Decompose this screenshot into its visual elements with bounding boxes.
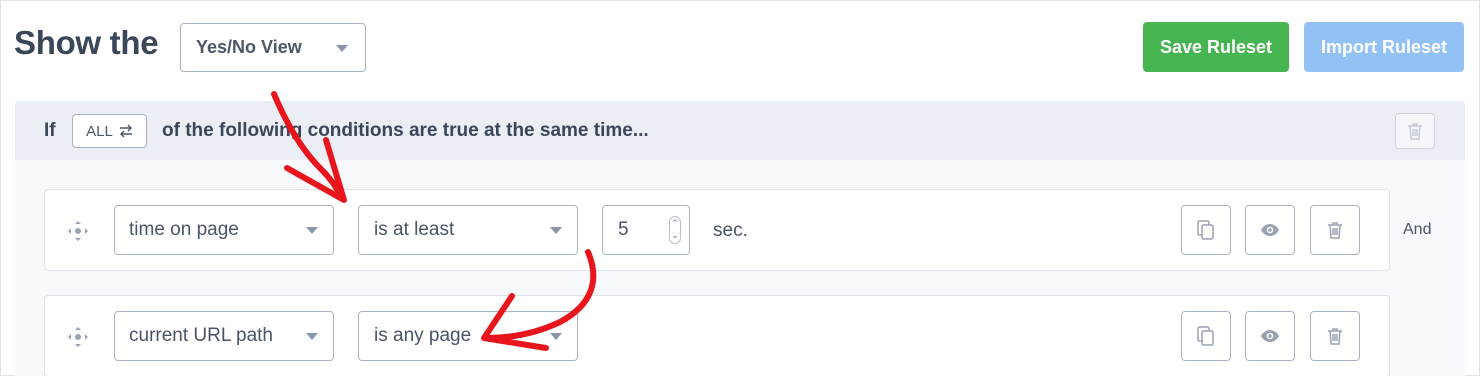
rule-operator-value: is at least [374,219,455,240]
rule-field-select[interactable]: current URL path [114,311,334,361]
eye-icon [1261,224,1279,236]
chevron-down-icon [306,333,318,340]
delete-rule-button[interactable] [1310,205,1360,255]
rule-value: 5 [618,219,629,240]
rule-connector-label: And [1403,221,1432,238]
copy-icon [1197,220,1214,240]
save-ruleset-button[interactable]: Save Ruleset [1143,22,1289,72]
swap-arrows-icon [119,124,132,138]
trash-icon [1328,328,1342,345]
rule-field-value: time on page [129,219,239,240]
chevron-down-icon [550,227,562,234]
view-select[interactable]: Yes/No View [180,23,366,72]
copy-icon [1197,326,1214,346]
rule-operator-value: is any page [374,325,472,346]
chevron-down-icon [336,45,348,52]
drag-handle-icon[interactable] [66,325,90,349]
chevron-down-icon [550,333,562,340]
preview-rule-button[interactable] [1245,205,1295,255]
condition-description: of the following conditions are true at … [162,120,649,141]
match-mode-label: ALL [86,122,113,140]
drag-handle-icon[interactable] [66,219,90,243]
delete-group-button[interactable] [1395,113,1435,149]
preview-rule-button[interactable] [1245,311,1295,361]
rule-row: time on page is at least 5 ⌃ ⌄ sec. [44,189,1390,271]
match-mode-toggle[interactable]: ALL [72,114,147,148]
rule-field-select[interactable]: time on page [114,205,334,255]
number-spinner[interactable]: ⌃ ⌄ [669,216,681,244]
duplicate-rule-button[interactable] [1181,205,1231,255]
rule-operator-select[interactable]: is any page [358,311,578,361]
delete-rule-button[interactable] [1310,311,1360,361]
trash-icon [1328,222,1342,239]
eye-icon [1261,330,1279,342]
chevron-down-icon [306,227,318,234]
import-ruleset-button[interactable]: Import Ruleset [1304,22,1464,72]
duplicate-rule-button[interactable] [1181,311,1231,361]
rule-operator-select[interactable]: is at least [358,205,578,255]
rule-field-value: current URL path [129,325,273,346]
rule-group-header: If ALL of the following conditions are t… [15,101,1465,160]
if-label: If [44,120,56,141]
rule-row: current URL path is any page [44,295,1390,376]
trash-icon [1408,123,1422,140]
rule-unit-label: sec. [713,220,748,241]
view-select-value: Yes/No View [196,37,302,57]
page-title: Show the [14,24,159,61]
rule-value-input[interactable]: 5 ⌃ ⌄ [602,205,690,255]
